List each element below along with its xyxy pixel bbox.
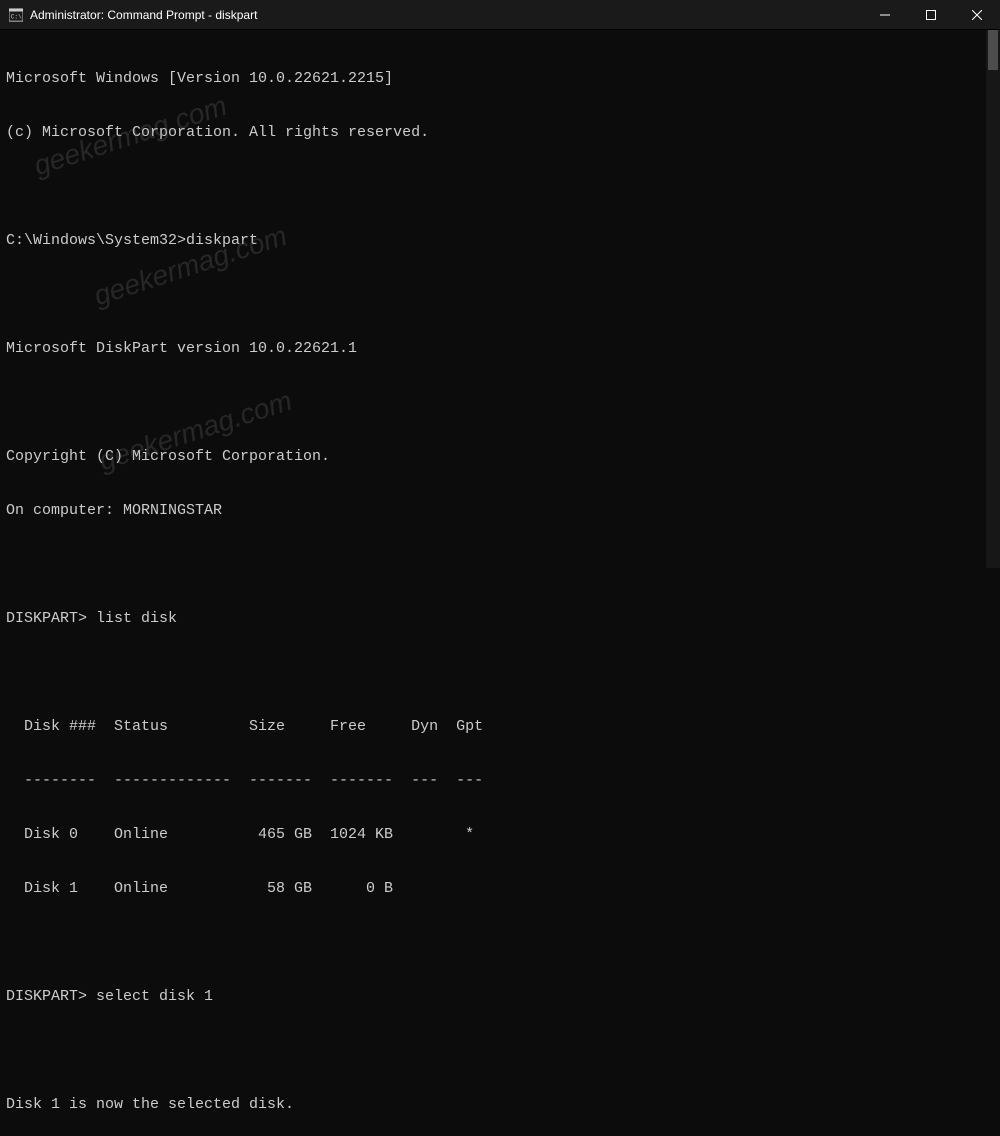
svg-text:C:\: C:\ <box>11 13 22 20</box>
close-button[interactable] <box>954 0 1000 29</box>
terminal-line <box>6 664 994 682</box>
terminal-line <box>6 394 994 412</box>
terminal-line <box>6 556 994 574</box>
maximize-button[interactable] <box>908 0 954 29</box>
terminal-output[interactable]: Microsoft Windows [Version 10.0.22621.22… <box>0 30 1000 568</box>
window-title: Administrator: Command Prompt - diskpart <box>30 8 862 22</box>
terminal-line: Microsoft DiskPart version 10.0.22621.1 <box>6 340 994 358</box>
terminal-line <box>6 286 994 304</box>
terminal-line: Copyright (C) Microsoft Corporation. <box>6 448 994 466</box>
terminal-line: Disk ### Status Size Free Dyn Gpt <box>6 718 994 736</box>
minimize-button[interactable] <box>862 0 908 29</box>
terminal-line: Microsoft Windows [Version 10.0.22621.22… <box>6 70 994 88</box>
terminal-line: -------- ------------- ------- ------- -… <box>6 772 994 790</box>
terminal-line: Disk 1 is now the selected disk. <box>6 1096 994 1114</box>
terminal-line: Disk 1 Online 58 GB 0 B <box>6 880 994 898</box>
terminal-line: Disk 0 Online 465 GB 1024 KB * <box>6 826 994 844</box>
scrollbar-thumb[interactable] <box>988 30 998 70</box>
scrollbar[interactable] <box>986 30 1000 568</box>
terminal-line <box>6 934 994 952</box>
window-controls <box>862 0 1000 29</box>
terminal-line: DISKPART> list disk <box>6 610 994 628</box>
cmd-icon: C:\ <box>8 7 24 23</box>
terminal-line <box>6 1042 994 1060</box>
terminal-line <box>6 178 994 196</box>
terminal-line: C:\Windows\System32>diskpart <box>6 232 994 250</box>
terminal-line: (c) Microsoft Corporation. All rights re… <box>6 124 994 142</box>
terminal-line: DISKPART> select disk 1 <box>6 988 994 1006</box>
titlebar: C:\ Administrator: Command Prompt - disk… <box>0 0 1000 30</box>
terminal-line: On computer: MORNINGSTAR <box>6 502 994 520</box>
